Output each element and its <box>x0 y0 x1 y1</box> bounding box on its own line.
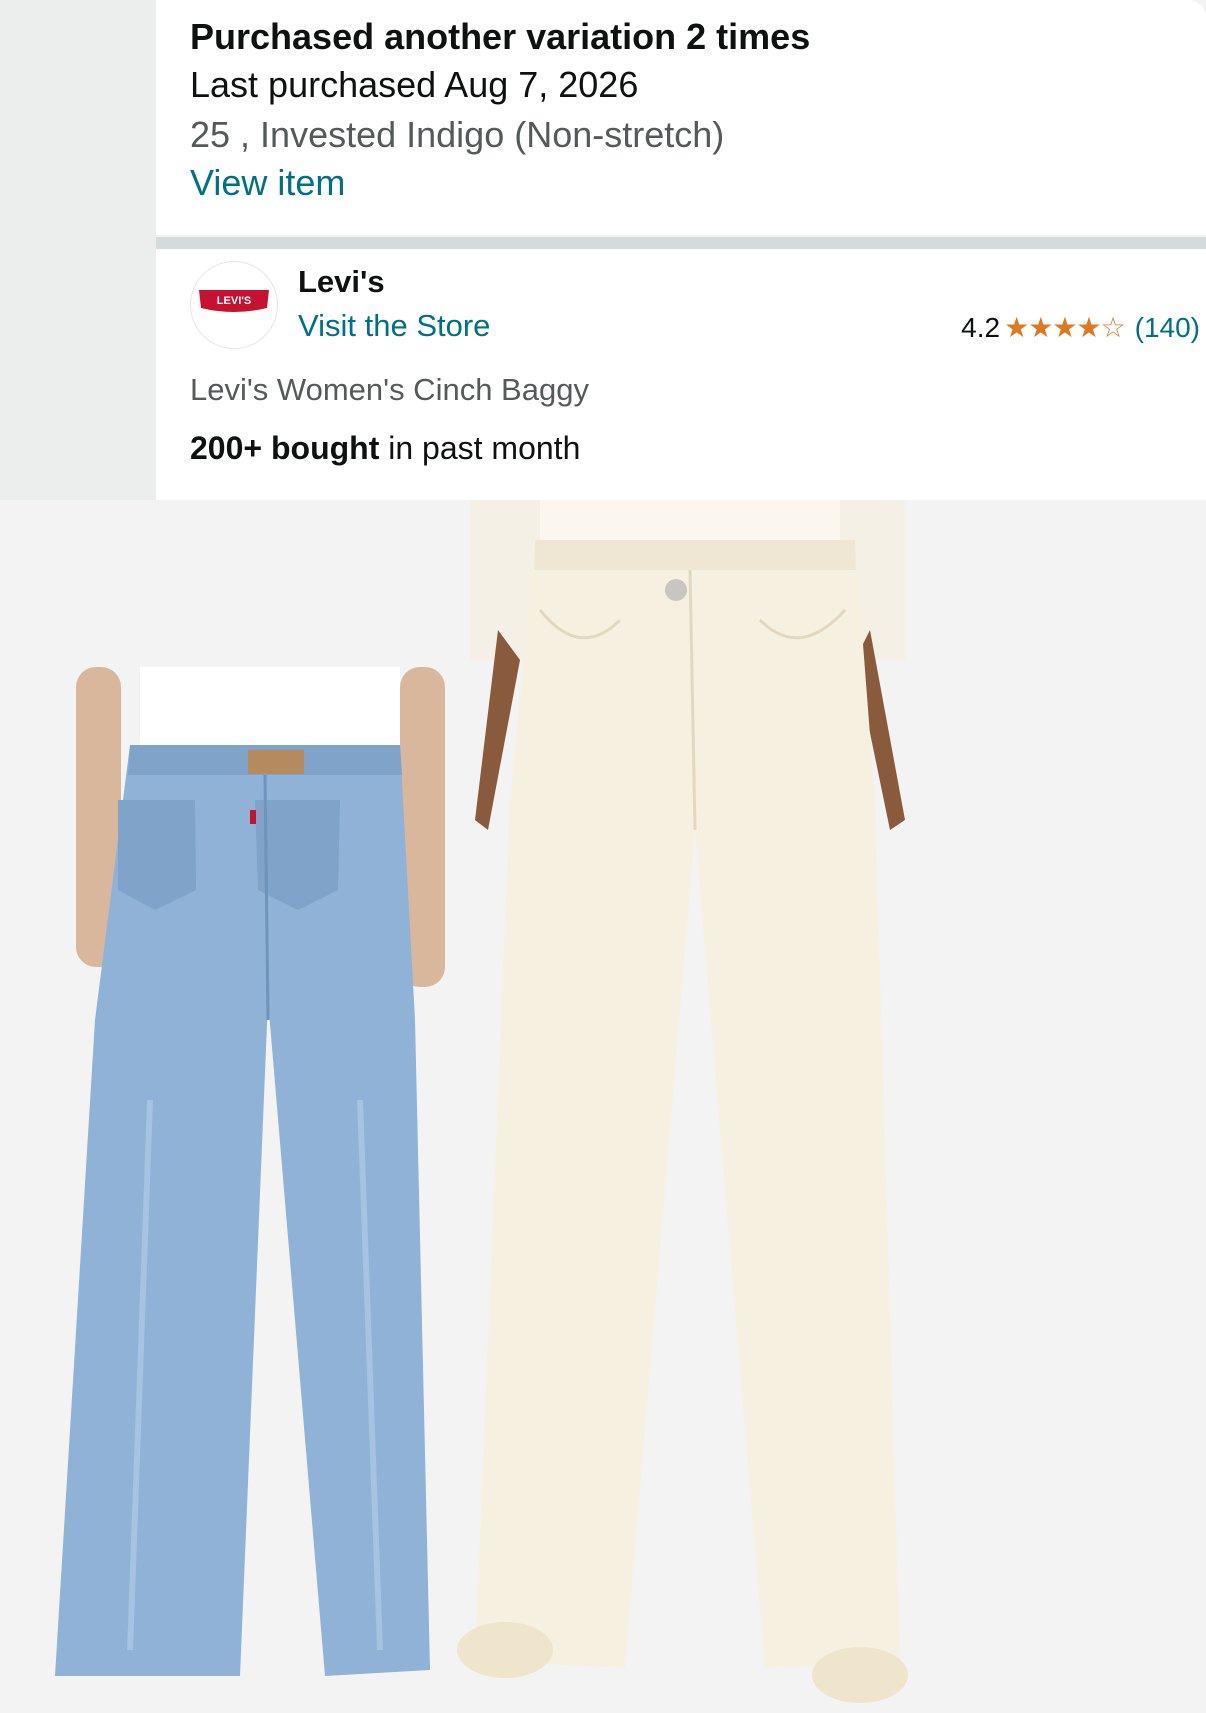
levis-batwing-logo-icon: LEVI'S <box>199 290 269 312</box>
last-purchased-date: Last purchased Aug 7, 2026 <box>190 64 639 105</box>
bought-count: 200+ bought <box>190 430 380 466</box>
visit-store-link[interactable]: Visit the Store <box>298 308 490 344</box>
rating-summary[interactable]: 4.2 ★★★★☆ (140) <box>961 311 1200 344</box>
product-photo[interactable] <box>0 500 1206 1713</box>
bought-period: in past month <box>379 430 581 466</box>
purchase-count-title: Purchased another variation 2 times <box>190 16 811 57</box>
section-divider <box>156 237 1206 249</box>
product-title[interactable]: Levi's Women's Cinch Baggy <box>190 372 589 408</box>
purchased-variation: 25 , Invested Indigo (Non-stretch) <box>190 114 725 155</box>
brand-name: Levi's <box>298 264 385 299</box>
star-rating-icon: ★★★★☆ <box>1004 311 1126 344</box>
view-item-link[interactable]: View item <box>190 162 345 204</box>
rating-value: 4.2 <box>961 311 1001 343</box>
brand-logo[interactable]: LEVI'S <box>190 261 278 349</box>
bought-in-past-month: 200+ bought in past month <box>190 430 580 467</box>
rating-count[interactable]: (140) <box>1135 312 1200 344</box>
logo-text: LEVI'S <box>217 295 251 307</box>
background-strip <box>0 0 156 535</box>
